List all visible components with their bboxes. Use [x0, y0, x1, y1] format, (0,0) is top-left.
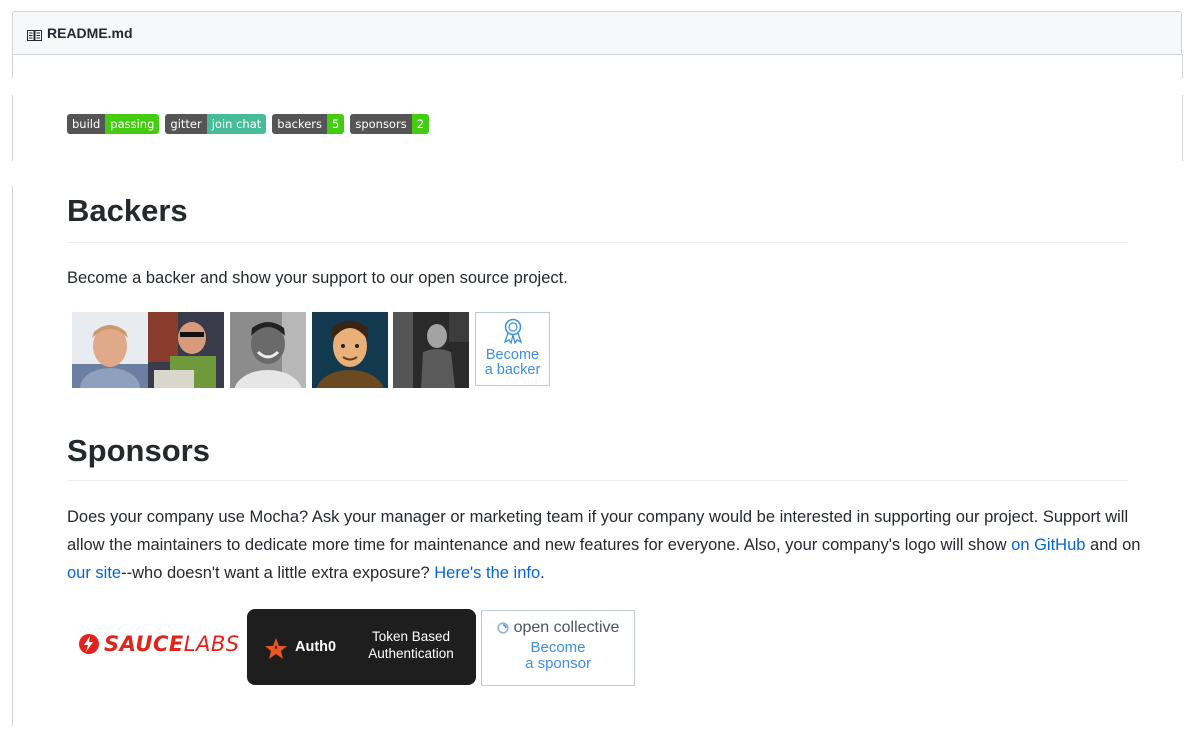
opencollective-sponsor-button[interactable]: open collective Become a sponsor — [481, 610, 635, 686]
badge-label: gitter — [165, 114, 207, 134]
sponsors-badge[interactable]: sponsors 2 — [350, 114, 430, 134]
sponsors-text: Does your company use Mocha? Ask your ma… — [67, 503, 1147, 587]
sponsors-text-part: and on — [1085, 536, 1141, 554]
saucelabs-logo[interactable]: SAUCE LABS — [78, 632, 240, 656]
backer-avatar[interactable] — [72, 312, 148, 388]
saucelabs-labs-text: LABS — [183, 632, 240, 656]
saucelabs-sauce-text: SAUCE — [104, 632, 184, 656]
become-backer-button[interactable]: Become a backer — [475, 312, 550, 386]
become-sponsor-text: Become a sponsor — [482, 640, 634, 672]
frame-border — [12, 54, 13, 78]
build-badge[interactable]: build passing — [67, 114, 160, 134]
readme-panel: README.md — [12, 11, 1182, 55]
heading-divider — [67, 480, 1128, 481]
backers-intro: Become a backer and show your support to… — [67, 269, 568, 287]
auth0-tagline-line2: Authentication — [368, 646, 454, 661]
sponsors-text-part: Does your company use Mocha? Ask your ma… — [67, 508, 1129, 554]
heres-the-info-link[interactable]: Here's the info — [434, 564, 540, 582]
become-sponsor-line1: Become — [530, 639, 586, 656]
sponsors-text-part: . — [540, 564, 545, 582]
backer-avatar[interactable] — [312, 312, 388, 388]
on-github-link[interactable]: on GitHub — [1011, 536, 1085, 554]
auth0-name: Auth0 — [295, 639, 337, 655]
sponsors-heading: Sponsors — [67, 433, 210, 468]
badge-label: build — [67, 114, 106, 134]
saucelabs-bolt-icon — [79, 634, 99, 654]
badge-label: backers — [272, 114, 327, 134]
backer-avatar[interactable] — [148, 312, 224, 388]
frame-border — [12, 95, 13, 161]
auth0-tagline: Token Based Authentication — [356, 628, 466, 662]
book-icon — [27, 28, 42, 41]
badge-value: 5 — [327, 114, 345, 134]
heading-divider — [67, 242, 1128, 243]
backer-avatar[interactable] — [230, 312, 306, 388]
auth0-shield-icon — [265, 638, 287, 659]
readme-filename: README.md — [47, 25, 133, 41]
become-sponsor-line2: a sponsor — [525, 655, 591, 672]
opencollective-name: open collective — [513, 619, 620, 636]
opencollective-logo: open collective — [482, 619, 634, 637]
frame-border — [1182, 54, 1183, 78]
badge-label: sponsors — [350, 114, 412, 134]
badge-value: join chat — [206, 114, 267, 134]
backer-avatar[interactable] — [393, 312, 469, 388]
gitter-badge[interactable]: gitter join chat — [165, 114, 267, 134]
opencollective-icon — [496, 622, 509, 634]
frame-border — [12, 186, 13, 726]
backers-heading: Backers — [67, 193, 188, 228]
become-backer-line2: a backer — [484, 362, 541, 378]
our-site-link[interactable]: our site — [67, 564, 121, 582]
auth0-tagline-line1: Token Based — [371, 629, 451, 644]
backers-badge[interactable]: backers 5 — [272, 114, 345, 134]
readme-header: README.md — [12, 11, 1182, 55]
become-backer-line1: Become — [485, 347, 540, 363]
frame-border — [1182, 95, 1183, 161]
auth0-logo[interactable]: Auth0 Token Based Authentication — [247, 609, 476, 685]
badges-row: build passing gitter join chat backers 5 sp… — [67, 114, 430, 134]
badge-value: passing — [105, 114, 160, 134]
ribbon-award-icon — [503, 318, 522, 345]
badge-value: 2 — [411, 114, 430, 134]
sponsors-text-part: --who doesn't want a little extra exposu… — [121, 564, 435, 582]
